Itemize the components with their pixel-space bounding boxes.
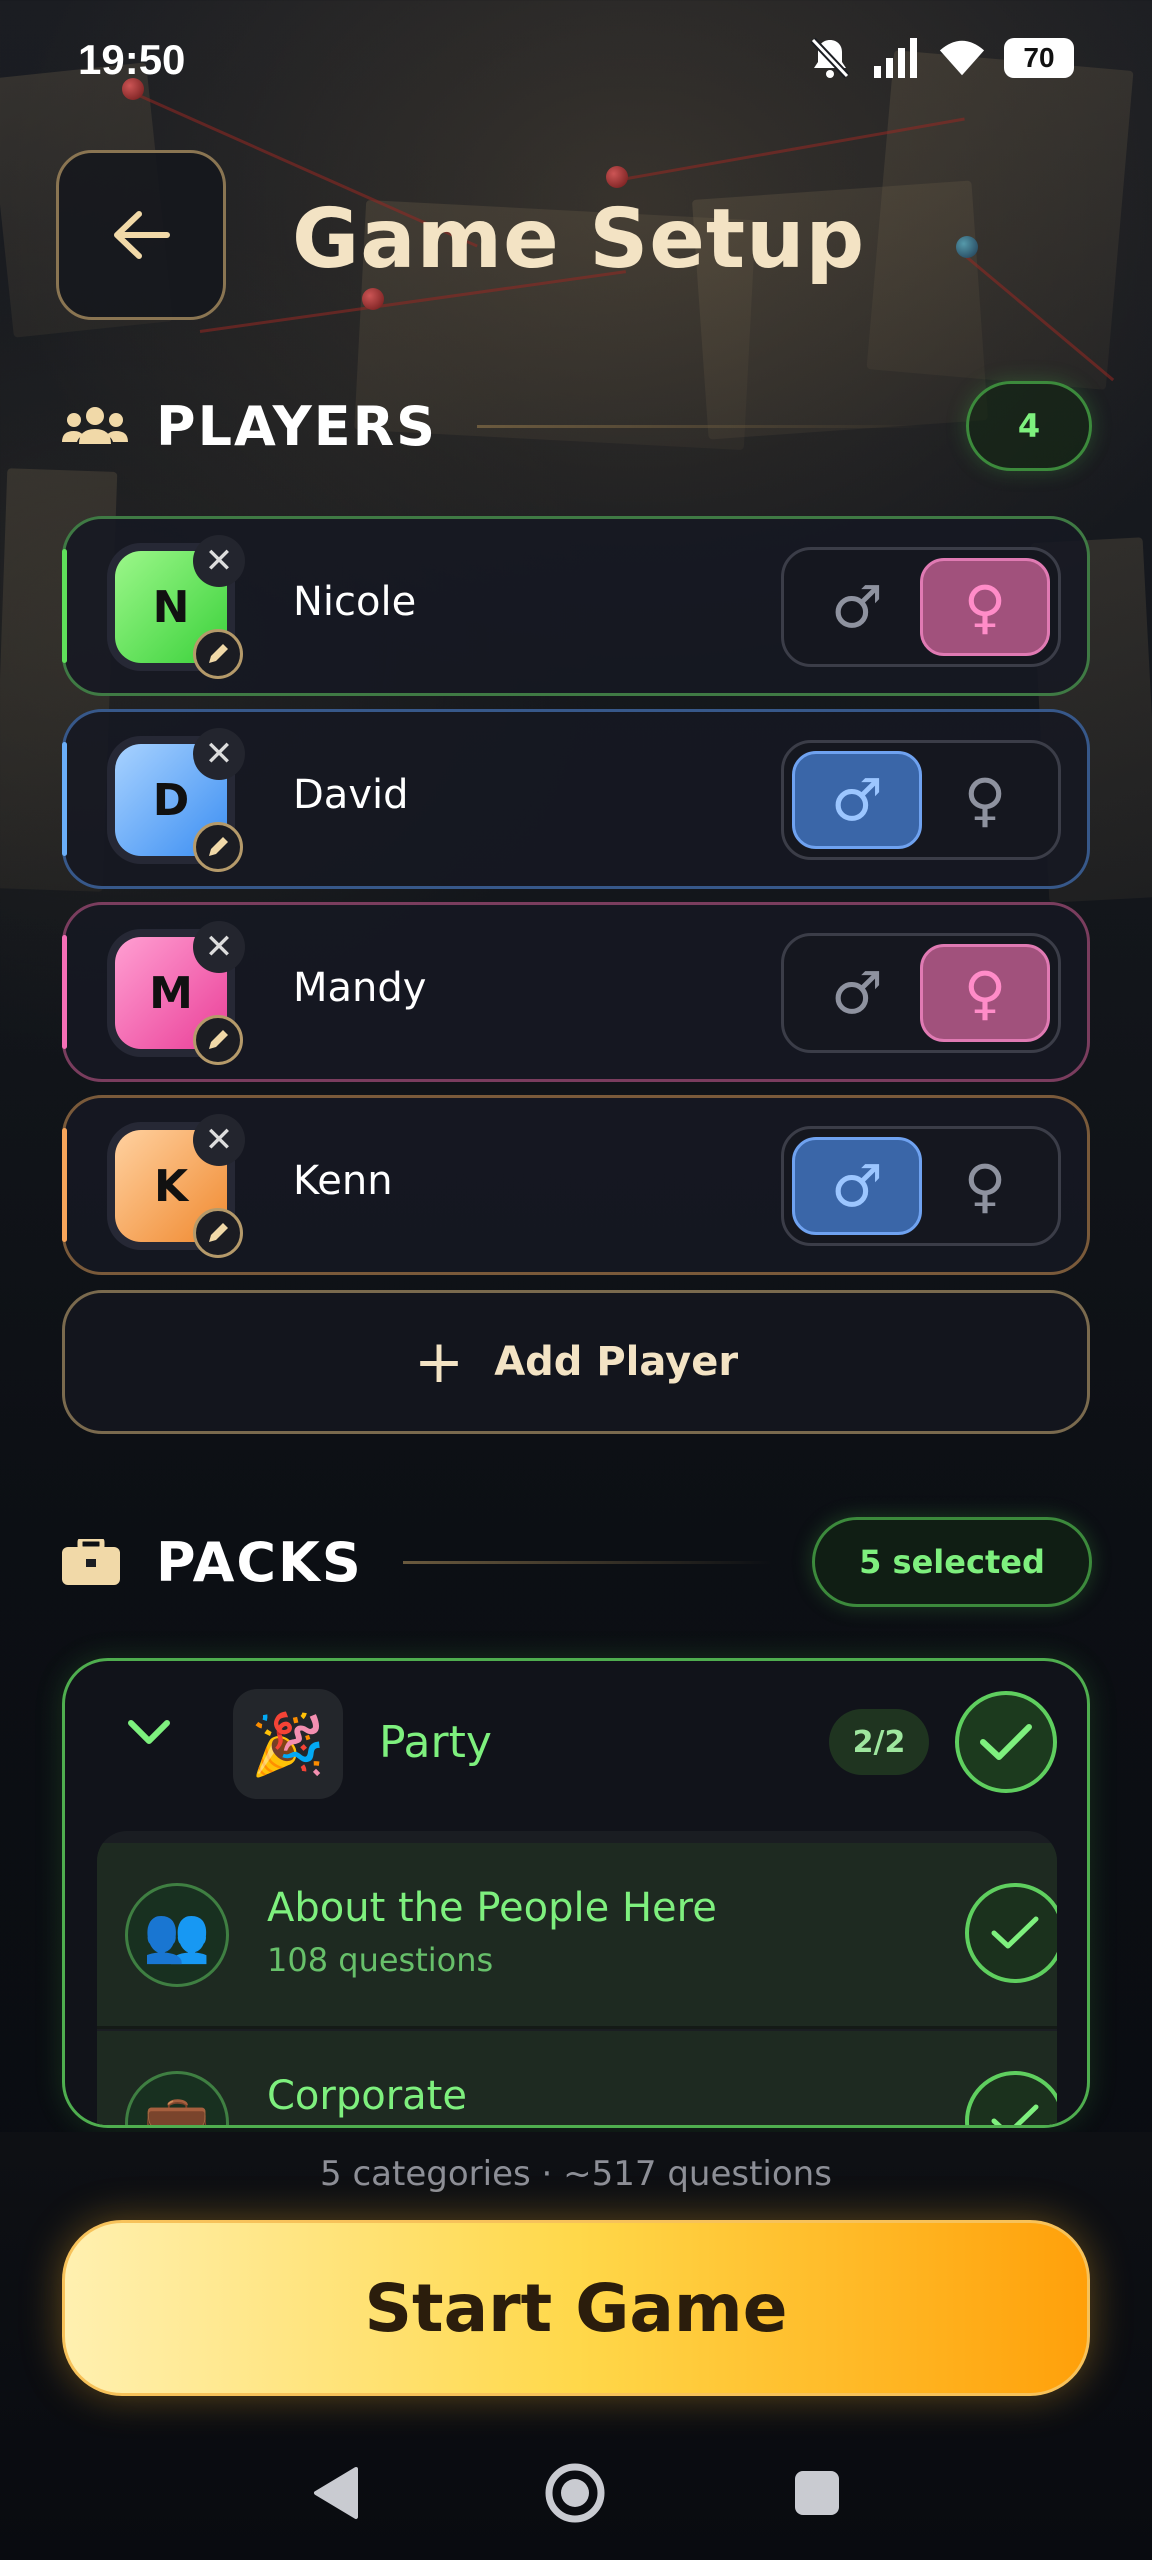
back-button[interactable] bbox=[56, 150, 226, 320]
player-name[interactable]: Mandy bbox=[293, 965, 426, 1011]
remove-player-button[interactable]: ✕ bbox=[193, 1114, 245, 1166]
check-icon bbox=[980, 1724, 1032, 1760]
female-button[interactable]: ♀ bbox=[920, 1137, 1050, 1235]
gender-toggle: ♂ ♀ bbox=[781, 933, 1061, 1053]
male-icon: ♂ bbox=[831, 959, 883, 1027]
category-title: Corporate bbox=[267, 2073, 467, 2119]
party-popper-icon: 🎉 bbox=[233, 1689, 343, 1799]
gender-toggle: ♂ ♀ bbox=[781, 547, 1061, 667]
status-bar: 19:50 70 bbox=[0, 0, 1152, 120]
nav-recents-button[interactable] bbox=[782, 2458, 852, 2528]
battery-indicator: 70 bbox=[1004, 38, 1074, 78]
category-title: About the People Here bbox=[267, 1885, 717, 1931]
home-circle-icon bbox=[545, 2463, 605, 2523]
male-button[interactable]: ♂ bbox=[792, 751, 922, 849]
card-accent bbox=[62, 935, 67, 1049]
pack-count: 2/2 bbox=[829, 1709, 929, 1775]
male-icon: ♂ bbox=[831, 573, 883, 641]
square-recents-icon bbox=[795, 2471, 839, 2515]
female-icon: ♀ bbox=[963, 573, 1007, 641]
close-icon: ✕ bbox=[204, 1120, 234, 1160]
mute-icon bbox=[806, 36, 854, 80]
pencil-icon bbox=[209, 1030, 228, 1049]
plus-icon: + bbox=[413, 1327, 465, 1397]
packs-section-header: PACKS 5 selected bbox=[62, 1512, 1092, 1612]
female-button[interactable]: ♀ bbox=[920, 558, 1050, 656]
player-count-badge: 4 bbox=[966, 381, 1092, 471]
edit-player-button[interactable] bbox=[193, 1208, 243, 1258]
packs-selected-badge: 5 selected bbox=[812, 1517, 1092, 1607]
male-button[interactable]: ♂ bbox=[792, 558, 922, 656]
female-icon: ♀ bbox=[963, 766, 1007, 834]
male-button[interactable]: ♂ bbox=[792, 944, 922, 1042]
male-button[interactable]: ♂ bbox=[792, 1137, 922, 1235]
pack-name: Party bbox=[379, 1717, 492, 1768]
close-icon: ✕ bbox=[204, 734, 234, 774]
gender-toggle: ♂ ♀ bbox=[781, 1126, 1061, 1246]
card-accent bbox=[62, 742, 67, 856]
gender-toggle: ♂ ♀ bbox=[781, 740, 1061, 860]
category-item[interactable]: 💼 Corporate bbox=[97, 2031, 1057, 2125]
edit-player-button[interactable] bbox=[193, 1015, 243, 1065]
section-divider bbox=[402, 1560, 772, 1564]
chevron-down-icon[interactable] bbox=[127, 1717, 171, 1751]
players-section-header: PLAYERS 4 bbox=[62, 376, 1092, 476]
pencil-icon bbox=[209, 1223, 228, 1242]
female-button[interactable]: ♀ bbox=[920, 944, 1050, 1042]
remove-player-button[interactable]: ✕ bbox=[193, 921, 245, 973]
pack-card-party: 🎉 Party 2/2 👥 About the People Here 108 … bbox=[62, 1658, 1090, 2128]
nav-back-button[interactable] bbox=[300, 2458, 370, 2528]
section-divider bbox=[477, 424, 926, 428]
start-game-button[interactable]: Start Game bbox=[62, 2220, 1090, 2396]
remove-player-button[interactable]: ✕ bbox=[193, 728, 245, 780]
player-name[interactable]: Nicole bbox=[293, 579, 416, 625]
female-button[interactable]: ♀ bbox=[920, 751, 1050, 849]
close-icon: ✕ bbox=[204, 541, 234, 581]
player-card-mandy: M ✕ Mandy ♂ ♀ bbox=[62, 902, 1090, 1082]
pencil-icon bbox=[209, 837, 228, 856]
card-accent bbox=[62, 549, 67, 663]
player-card-kenn: K ✕ Kenn ♂ ♀ bbox=[62, 1095, 1090, 1275]
pack-header[interactable]: 🎉 Party 2/2 bbox=[65, 1661, 1087, 1831]
status-time: 19:50 bbox=[78, 36, 186, 83]
category-select-toggle[interactable] bbox=[965, 2071, 1057, 2125]
player-name[interactable]: David bbox=[293, 772, 409, 818]
remove-player-button[interactable]: ✕ bbox=[193, 535, 245, 587]
player-name[interactable]: Kenn bbox=[293, 1158, 393, 1204]
category-item[interactable]: 👥 About the People Here 108 questions bbox=[97, 1843, 1057, 2029]
nav-home-button[interactable] bbox=[540, 2458, 610, 2528]
add-player-label: Add Player bbox=[494, 1339, 739, 1385]
pencil-icon bbox=[209, 644, 228, 663]
add-player-button[interactable]: + Add Player bbox=[62, 1290, 1090, 1434]
card-accent bbox=[62, 1128, 67, 1242]
male-icon: ♂ bbox=[831, 1152, 883, 1220]
edit-player-button[interactable] bbox=[193, 629, 243, 679]
packs-title: PACKS bbox=[156, 1530, 363, 1594]
page-title: Game Setup bbox=[292, 192, 866, 287]
pack-category-list: 👥 About the People Here 108 questions 💼 … bbox=[97, 1831, 1057, 2125]
check-icon bbox=[991, 1916, 1039, 1949]
briefcase-icon bbox=[62, 1537, 128, 1587]
people-icon: 👥 bbox=[125, 1883, 229, 1987]
edit-player-button[interactable] bbox=[193, 822, 243, 872]
status-icons: 70 bbox=[806, 36, 1074, 80]
signal-icon bbox=[872, 36, 920, 80]
players-title: PLAYERS bbox=[156, 394, 438, 458]
category-desc: 108 questions bbox=[267, 1941, 494, 1979]
player-card-nicole: N ✕ Nicole ♂ ♀ bbox=[62, 516, 1090, 696]
briefcase-emoji-icon: 💼 bbox=[125, 2071, 229, 2125]
close-icon: ✕ bbox=[204, 927, 234, 967]
selection-summary: 5 categories · ~517 questions bbox=[320, 2154, 832, 2194]
male-icon: ♂ bbox=[831, 766, 883, 834]
pack-select-toggle[interactable] bbox=[955, 1691, 1057, 1793]
wifi-icon bbox=[938, 36, 986, 80]
female-icon: ♀ bbox=[963, 959, 1007, 1027]
check-icon bbox=[991, 2104, 1039, 2125]
female-icon: ♀ bbox=[963, 1152, 1007, 1220]
triangle-back-icon bbox=[314, 2467, 358, 2519]
users-icon bbox=[62, 401, 128, 451]
arrow-left-icon bbox=[114, 211, 170, 259]
category-select-toggle[interactable] bbox=[965, 1883, 1057, 1983]
player-card-david: D ✕ David ♂ ♀ bbox=[62, 709, 1090, 889]
